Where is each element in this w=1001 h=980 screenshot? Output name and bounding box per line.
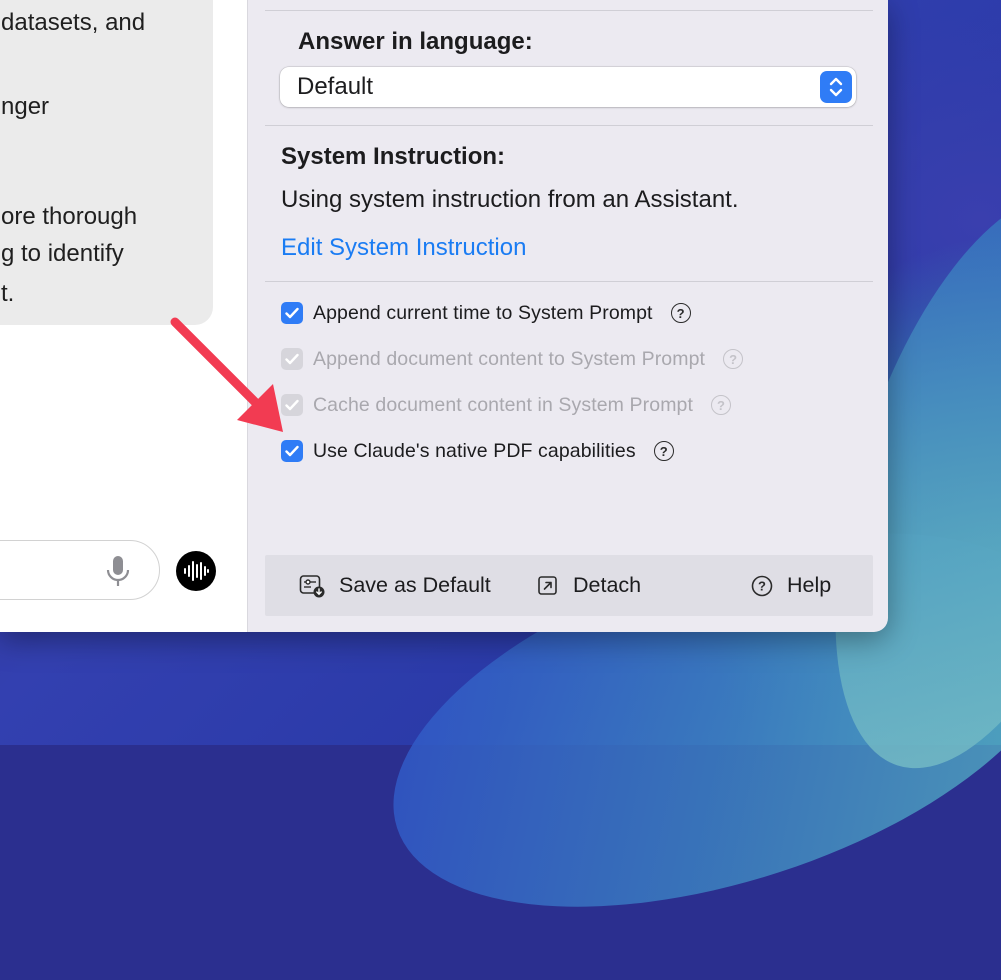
option-append-document: Append document content to System Prompt… xyxy=(281,346,744,372)
app-window: datasets, and nger ore thorough g to ide… xyxy=(0,0,888,632)
system-instruction-text: Using system instruction from an Assista… xyxy=(281,186,739,213)
save-as-default-label: Save as Default xyxy=(339,573,491,597)
help-icon: ? xyxy=(711,395,731,415)
select-stepper[interactable] xyxy=(820,71,852,103)
message-text: nger xyxy=(1,93,50,120)
help-label: Help xyxy=(787,573,832,597)
help-icon[interactable]: ? xyxy=(670,303,691,323)
language-select-value: Default xyxy=(297,73,374,100)
microphone-icon[interactable] xyxy=(105,555,131,589)
detach-label: Detach xyxy=(573,573,642,597)
assistant-message-bubble xyxy=(0,0,213,325)
question-circle-icon: ? xyxy=(751,575,773,596)
language-select[interactable]: Default xyxy=(280,67,856,107)
option-label: Append current time to System Prompt xyxy=(313,301,653,324)
message-text: t. xyxy=(1,280,15,307)
message-text: g to identify xyxy=(1,240,124,267)
chat-settings-panel: Answer in language: Default System Instr… xyxy=(248,0,888,632)
option-native-pdf[interactable]: Use Claude's native PDF capabilities ? xyxy=(281,438,674,464)
system-instruction-label: System Instruction: xyxy=(281,143,506,170)
option-append-time[interactable]: Append current time to System Prompt ? xyxy=(281,300,691,326)
help-button[interactable]: ? Help xyxy=(751,573,831,598)
sliders-save-icon xyxy=(299,574,325,597)
language-label: Answer in language: xyxy=(298,28,533,55)
annotation-arrow xyxy=(170,317,283,432)
panel-footer: Save as Default Detach ? Help xyxy=(265,555,873,616)
edit-system-instruction-link[interactable]: Edit System Instruction xyxy=(281,234,526,262)
checkbox[interactable] xyxy=(281,440,303,462)
divider xyxy=(265,281,873,282)
detach-button[interactable]: Detach xyxy=(537,573,641,598)
detach-icon xyxy=(538,575,557,595)
chevron-up-down-icon xyxy=(829,77,843,97)
option-label: Use Claude's native PDF capabilities xyxy=(313,439,636,462)
message-text: ore thorough xyxy=(1,203,138,230)
save-as-default-button[interactable]: Save as Default xyxy=(299,573,491,598)
option-cache-document: Cache document content in System Prompt … xyxy=(281,392,731,418)
waveform-icon xyxy=(184,561,209,581)
message-text: datasets, and xyxy=(1,9,146,36)
help-icon[interactable]: ? xyxy=(653,441,674,461)
divider xyxy=(265,10,873,11)
svg-text:?: ? xyxy=(758,578,766,593)
option-label: Append document content to System Prompt xyxy=(313,347,706,370)
voice-mode-button[interactable] xyxy=(176,551,216,591)
divider xyxy=(265,125,873,126)
help-icon: ? xyxy=(723,349,744,369)
option-label: Cache document content in System Prompt xyxy=(313,393,693,416)
checkmark-icon xyxy=(285,445,299,457)
message-input[interactable] xyxy=(0,540,160,600)
